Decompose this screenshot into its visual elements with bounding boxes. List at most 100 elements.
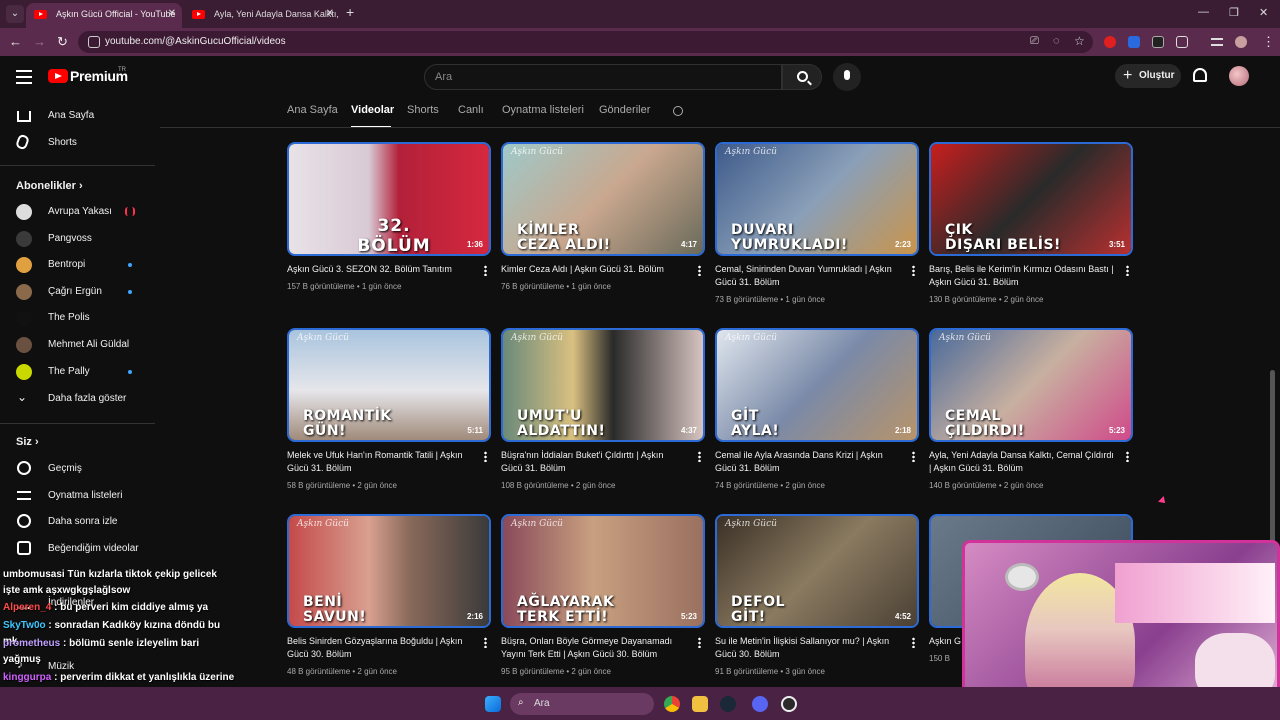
video-card[interactable]: Aşkın Gücü DUVARI YUMRUKLADI! 2:23 Cemal, S… (715, 142, 919, 304)
video-card[interactable]: Aşkın Gücü KİMLER CEZA ALDI! 4:17 Kimler Ce… (501, 142, 705, 291)
eye-off-icon[interactable]: ◌ (1053, 35, 1060, 47)
search-button[interactable] (782, 64, 822, 90)
video-title[interactable]: Belis Sinirden Gözyaşlarına Boğuldu | Aş… (287, 635, 472, 661)
tab-posts[interactable]: Gönderiler (599, 104, 650, 116)
sidebar-subscription-item[interactable]: Çağrı Ergün (0, 279, 155, 305)
channel-search-icon[interactable] (673, 106, 683, 116)
video-thumbnail[interactable]: Aşkın Gücü DUVARI YUMRUKLADI! 2:23 (715, 142, 919, 256)
sidebar-item-playlists[interactable]: Oynatma listeleri (0, 483, 155, 509)
video-card[interactable]: Aşkın Gücü DEFOL GİT! 4:52 Su ile Metin'in … (715, 514, 919, 676)
sidebar-item-watch-later[interactable]: Daha sonra izle (0, 509, 155, 535)
tab-live[interactable]: Canlı (458, 104, 484, 116)
site-info-icon[interactable] (88, 36, 100, 48)
windows-start-icon[interactable] (485, 696, 501, 712)
youtube-logo-icon[interactable] (48, 69, 68, 83)
new-tab-icon[interactable]: + (346, 4, 354, 20)
close-window-icon[interactable]: ✕ (1259, 6, 1268, 19)
video-thumbnail[interactable]: Aşkın Gücü KİMLER CEZA ALDI! 4:17 (501, 142, 705, 256)
extension-icon[interactable] (1152, 36, 1164, 48)
video-title[interactable]: Kimler Ceza Aldı | Aşkın Gücü 31. Bölüm (501, 263, 686, 276)
minimize-icon[interactable]: — (1198, 6, 1209, 18)
more-options-icon[interactable] (912, 265, 915, 276)
browser-menu-icon[interactable]: ⋮ (1262, 34, 1275, 50)
video-card[interactable]: Aşkın Gücü AĞLAYARAK TERK ETTİ! 5:23 Büşra,… (501, 514, 705, 676)
video-card[interactable]: Aşkın Gücü BENİ SAVUN! 2:16 Belis Sinirden … (287, 514, 491, 676)
video-card[interactable]: Aşkın Gücü GİT AYLA! 2:18 Cemal ile Ayla Ar… (715, 328, 919, 490)
more-options-icon[interactable] (484, 451, 487, 462)
sidebar-item-liked-videos[interactable]: Beğendiğim videolar (0, 536, 155, 562)
search-input[interactable]: Ara (424, 64, 782, 90)
browser-tab[interactable]: Ayla, Yeni Adayla Dansa Kalktı, C ✕ (184, 3, 340, 28)
video-thumbnail[interactable]: Aşkın Gücü UMUT'U ALDATTIN! 4:37 (501, 328, 705, 442)
menu-icon[interactable] (16, 70, 32, 88)
chrome-icon[interactable] (664, 696, 680, 712)
video-thumbnail[interactable]: 32. BÖLÜMTANITIM 1:36 (287, 142, 491, 256)
video-card[interactable]: Aşkın Gücü UMUT'U ALDATTIN! 4:37 Büşra'nın … (501, 328, 705, 490)
install-icon[interactable]: ⎚ (1030, 35, 1039, 48)
media-list-icon[interactable] (1211, 38, 1223, 46)
tab-videos[interactable]: Videolar (351, 104, 394, 116)
video-title[interactable]: Büşra, Onları Böyle Görmeye Dayanamadı Y… (501, 635, 686, 661)
reload-icon[interactable]: ↻ (57, 34, 68, 50)
obs-icon[interactable] (781, 696, 797, 712)
more-options-icon[interactable] (698, 637, 701, 648)
video-thumbnail[interactable]: Aşkın Gücü DEFOL GİT! 4:52 (715, 514, 919, 628)
show-more-button[interactable]: ⌄ Daha fazla göster (0, 386, 155, 412)
video-title[interactable]: Melek ve Ufuk Han'ın Romantik Tatili | A… (287, 449, 472, 475)
maximize-icon[interactable]: ❐ (1229, 6, 1239, 19)
more-options-icon[interactable] (1126, 265, 1129, 276)
you-heading[interactable]: Siz › (16, 436, 39, 448)
create-button[interactable]: + Oluştur (1115, 64, 1181, 88)
video-thumbnail[interactable]: Aşkın Gücü AĞLAYARAK TERK ETTİ! 5:23 (501, 514, 705, 628)
file-explorer-icon[interactable] (692, 696, 708, 712)
sidebar-subscription-item[interactable]: Bentropi (0, 252, 155, 278)
discord-icon[interactable] (752, 696, 768, 712)
video-thumbnail[interactable]: Aşkın Gücü CEMAL ÇILDIRDI! 5:23 (929, 328, 1133, 442)
more-options-icon[interactable] (698, 451, 701, 462)
taskbar-search[interactable]: ⌕ Ara (510, 693, 654, 715)
more-options-icon[interactable] (912, 451, 915, 462)
tab-shorts[interactable]: Shorts (407, 104, 439, 116)
notifications-bell-icon[interactable] (1193, 68, 1207, 82)
extensions-puzzle-icon[interactable] (1176, 36, 1188, 48)
voice-search-button[interactable] (833, 63, 861, 91)
sidebar-item-home[interactable]: Ana Sayfa (0, 103, 155, 129)
video-thumbnail[interactable]: Aşkın Gücü BENİ SAVUN! 2:16 (287, 514, 491, 628)
sidebar-subscription-item[interactable]: The Polis (0, 305, 155, 331)
video-title[interactable]: Cemal, Sinirinden Duvarı Yumrukladı | Aş… (715, 263, 900, 289)
back-icon[interactable]: ← (9, 34, 22, 49)
tab-search-icon[interactable]: ⌄ (6, 5, 24, 23)
sidebar-subscription-item[interactable]: The Pally (0, 359, 155, 385)
video-card[interactable]: Aşkın Gücü CEMAL ÇILDIRDI! 5:23 Ayla, Yeni … (929, 328, 1133, 490)
sidebar-subscription-item[interactable]: Pangvoss (0, 226, 155, 252)
video-title[interactable]: Cemal ile Ayla Arasında Dans Krizi | Aşk… (715, 449, 900, 475)
video-thumbnail[interactable]: Aşkın Gücü GİT AYLA! 2:18 (715, 328, 919, 442)
more-options-icon[interactable] (484, 637, 487, 648)
video-title[interactable]: Büşra'nın İddiaları Buket'i Çıldırttı | … (501, 449, 686, 475)
more-options-icon[interactable] (484, 265, 487, 276)
video-title[interactable]: Barış, Belis ile Kerim'in Kırmızı Odasın… (929, 263, 1114, 289)
bookmark-star-icon[interactable]: ☆ (1074, 34, 1085, 48)
account-avatar[interactable] (1229, 66, 1249, 86)
sidebar-item-shorts[interactable]: Shorts (0, 130, 155, 156)
video-card[interactable]: ÇIK DIŞARI BELİS! 3:51 Barış, Belis ile Ke… (929, 142, 1133, 304)
video-title[interactable]: Su ile Metin'in İlişkisi Sallanıyor mu? … (715, 635, 900, 661)
video-card[interactable]: 32. BÖLÜMTANITIM 1:36 Aşkın Gücü 3. SEZON … (287, 142, 491, 291)
video-thumbnail[interactable]: ÇIK DIŞARI BELİS! 3:51 (929, 142, 1133, 256)
close-tab-icon[interactable]: ✕ (168, 3, 176, 25)
browser-tab-active[interactable]: Aşkın Gücü Official - YouTube ✕ (26, 3, 182, 28)
more-options-icon[interactable] (912, 637, 915, 648)
video-card[interactable]: Aşkın Gücü ROMANTİK GÜN! 5:11 Melek ve Ufuk… (287, 328, 491, 490)
more-options-icon[interactable] (698, 265, 701, 276)
video-title[interactable]: Aşkın Gücü 3. SEZON 32. Bölüm Tanıtım (287, 263, 472, 276)
steam-icon[interactable] (720, 696, 736, 712)
sidebar-subscription-item[interactable]: Mehmet Ali Güldal (0, 332, 155, 358)
tab-home[interactable]: Ana Sayfa (287, 104, 338, 116)
url-field[interactable]: youtube.com/@AskinGucuOfficial/videos ⎚ … (78, 31, 1093, 53)
more-options-icon[interactable] (1126, 451, 1129, 462)
sidebar-item-history[interactable]: Geçmiş (0, 456, 155, 482)
video-thumbnail[interactable]: Aşkın Gücü ROMANTİK GÜN! 5:11 (287, 328, 491, 442)
forward-icon[interactable]: → (33, 34, 46, 49)
close-tab-icon[interactable]: ✕ (326, 3, 334, 25)
video-title[interactable]: Ayla, Yeni Adayla Dansa Kalktı, Cemal Çı… (929, 449, 1114, 475)
